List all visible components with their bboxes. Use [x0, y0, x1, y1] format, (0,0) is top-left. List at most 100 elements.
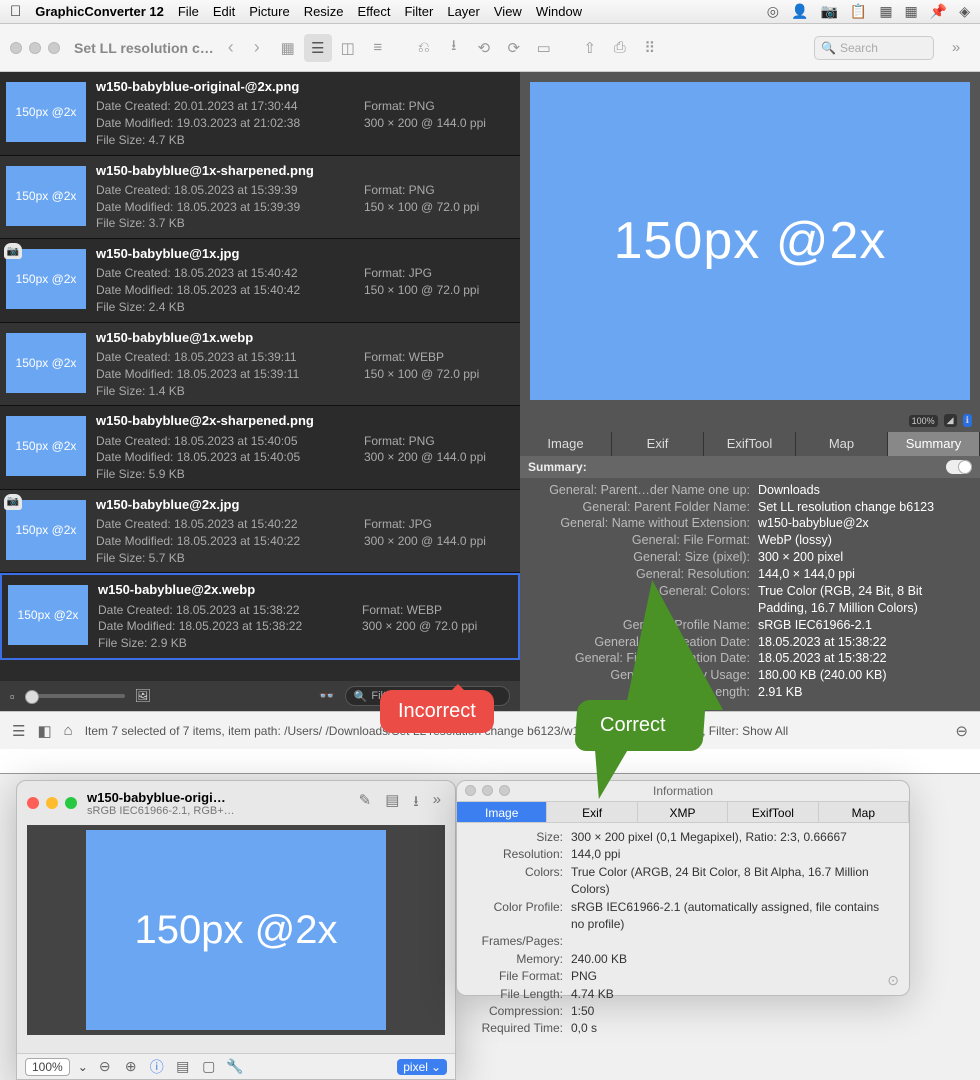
summary-toggle[interactable] [946, 460, 972, 474]
picture-icon[interactable]: 🖼 [135, 688, 152, 704]
path-icon[interactable]: ⌂ [64, 722, 73, 739]
tool-c-icon[interactable]: ⟲ [470, 34, 498, 62]
info-tool-icon[interactable]: ⓘ [148, 1057, 166, 1077]
preview-toolstrip: 100% ◢ ℹ [520, 410, 980, 432]
summary-key: General: Parent Folder Name: [528, 499, 758, 516]
wrench-icon[interactable]: 🔧 [226, 1058, 244, 1075]
calendar-icon[interactable]: ▦ [905, 3, 918, 20]
info-value: 0,0 s [571, 1020, 895, 1037]
info-tab-exiftool[interactable]: ExifTool [728, 802, 818, 822]
info-icon[interactable]: ℹ [963, 414, 972, 427]
zoom-badge[interactable]: 100% [909, 415, 938, 427]
clipboard-icon[interactable]: 📋 [850, 3, 867, 20]
zoom-level[interactable]: 100% [25, 1058, 70, 1076]
summary-key: General: File Format: [528, 532, 758, 549]
file-name: w150-babyblue@2x.webp [98, 581, 512, 599]
status-overflow-icon[interactable]: ⊖ [955, 722, 968, 740]
settings-icon[interactable]: ⠿ [636, 34, 664, 62]
nav-forward[interactable]: › [248, 37, 266, 58]
share-icon[interactable]: ⇧ [576, 34, 604, 62]
camera-badge-icon: 📷 [4, 494, 22, 510]
info-body: Size:300 × 200 pixel (0,1 Megapixel), Ra… [457, 823, 909, 1044]
tool-e-icon[interactable]: ▭ [530, 34, 558, 62]
zoom-in-icon[interactable]: ⊕ [122, 1058, 140, 1075]
info-tab-map[interactable]: Map [819, 802, 909, 822]
file-row[interactable]: 150px @2xw150-babyblue@1x-sharpened.pngD… [0, 156, 520, 240]
file-text: w150-babyblue@2x-sharpened.pngDate Creat… [96, 412, 514, 483]
menu-view[interactable]: View [494, 4, 522, 19]
traffic-lights[interactable] [27, 797, 77, 809]
file-thumbnail: 150px @2x [6, 166, 86, 226]
file-row[interactable]: 150px @2xw150-babyblue@1x.webpDate Creat… [0, 323, 520, 407]
file-dims: 300 × 200 @ 144.0 ppi [364, 115, 514, 132]
thumb-size-slider[interactable] [25, 694, 125, 698]
tab-map[interactable]: Map [796, 432, 888, 456]
apple-menu[interactable]:  [10, 3, 21, 20]
file-row[interactable]: 📷150px @2xw150-babyblue@1x.jpgDate Creat… [0, 239, 520, 323]
unit-select[interactable]: pixel ⌄ [397, 1059, 447, 1075]
menu-effect[interactable]: Effect [357, 4, 390, 19]
view-compact-icon[interactable]: ≡ [364, 34, 392, 62]
menu-filter[interactable]: Filter [404, 4, 433, 19]
menu-picture[interactable]: Picture [249, 4, 289, 19]
menu-file[interactable]: File [178, 4, 199, 19]
overflow-icon[interactable]: » [433, 791, 441, 816]
print-icon[interactable]: ⎙ [606, 34, 634, 62]
layers-icon[interactable]: ▤ [174, 1058, 192, 1075]
file-size: File Size: 4.7 KB [96, 132, 364, 149]
file-name: w150-babyblue@1x.webp [96, 329, 514, 347]
menu-window[interactable]: Window [536, 4, 582, 19]
tab-exiftool[interactable]: ExifTool [704, 432, 796, 456]
download-icon[interactable]: ⭳ [413, 791, 418, 816]
tool-b-icon[interactable]: ⭳ [440, 34, 468, 62]
file-text: w150-babyblue@1x-sharpened.pngDate Creat… [96, 162, 514, 233]
file-row[interactable]: 150px @2xw150-babyblue@2x.webpDate Creat… [0, 573, 520, 660]
info-tab-exif[interactable]: Exif [547, 802, 637, 822]
pin-icon[interactable]: 📌 [930, 3, 947, 20]
view-list-icon[interactable]: ☰ [304, 34, 332, 62]
tool-d-icon[interactable]: ⟳ [500, 34, 528, 62]
nav-back[interactable]: ‹ [222, 37, 240, 58]
grid-icon[interactable]: ▦ [879, 3, 892, 20]
edit-icon[interactable]: ✎ [359, 791, 372, 816]
image-canvas[interactable]: 150px @2x [27, 825, 445, 1035]
tool-a-icon[interactable]: ⎌ [410, 34, 438, 62]
glasses-icon[interactable]: 👓 [318, 688, 334, 704]
info-overflow-icon[interactable]: ⊙ [887, 972, 899, 989]
sidebar-icon[interactable]: ☰ [12, 722, 25, 740]
file-row[interactable]: 📷150px @2xw150-babyblue@2x.jpgDate Creat… [0, 490, 520, 574]
traffic-lights[interactable] [10, 42, 60, 54]
histogram-icon[interactable]: ◢ [944, 414, 957, 427]
target-icon[interactable]: ◎ [767, 3, 779, 20]
preview-thumbnail: 150px @2x [530, 82, 970, 400]
filter-icon: 🔍 [354, 690, 368, 703]
menu-edit[interactable]: Edit [213, 4, 235, 19]
zoom-out-icon[interactable]: ⊖ [96, 1058, 114, 1075]
view-grid-icon[interactable]: ▦ [274, 34, 302, 62]
camera-icon[interactable]: 📷 [820, 3, 837, 20]
tab-exif[interactable]: Exif [612, 432, 704, 456]
file-row[interactable]: 150px @2xw150-babyblue@2x-sharpened.pngD… [0, 406, 520, 490]
search-input[interactable]: 🔍 Search [814, 36, 934, 60]
user-icon[interactable]: 👤 [791, 3, 808, 20]
file-row[interactable]: 150px @2xw150-babyblue-original-@2x.pngD… [0, 72, 520, 156]
view-columns-icon[interactable]: ◫ [334, 34, 362, 62]
diamond-icon[interactable]: ◈ [959, 3, 970, 20]
info-tab-image[interactable]: Image [457, 802, 547, 822]
file-thumbnail: 150px @2x [8, 585, 88, 645]
app-menu[interactable]: GraphicConverter 12 [35, 4, 164, 19]
page-icon[interactable]: ▤ [385, 791, 399, 816]
tab-image[interactable]: Image [520, 432, 612, 456]
tab-summary[interactable]: Summary [888, 432, 980, 456]
info-key: Color Profile: [471, 899, 571, 934]
zoom-dropdown-icon[interactable]: ⌄ [78, 1060, 88, 1074]
pane-icon[interactable]: ◧ [37, 722, 51, 740]
crop-icon[interactable]: ▢ [200, 1058, 218, 1075]
grid-small-icon[interactable]: ▫ [10, 689, 15, 704]
menu-resize[interactable]: Resize [304, 4, 344, 19]
overflow-icon[interactable]: » [942, 34, 970, 62]
menu-layer[interactable]: Layer [447, 4, 480, 19]
traffic-lights[interactable] [465, 785, 510, 796]
file-dims: 300 × 200 @ 144.0 ppi [364, 533, 514, 550]
info-tab-xmp[interactable]: XMP [638, 802, 728, 822]
